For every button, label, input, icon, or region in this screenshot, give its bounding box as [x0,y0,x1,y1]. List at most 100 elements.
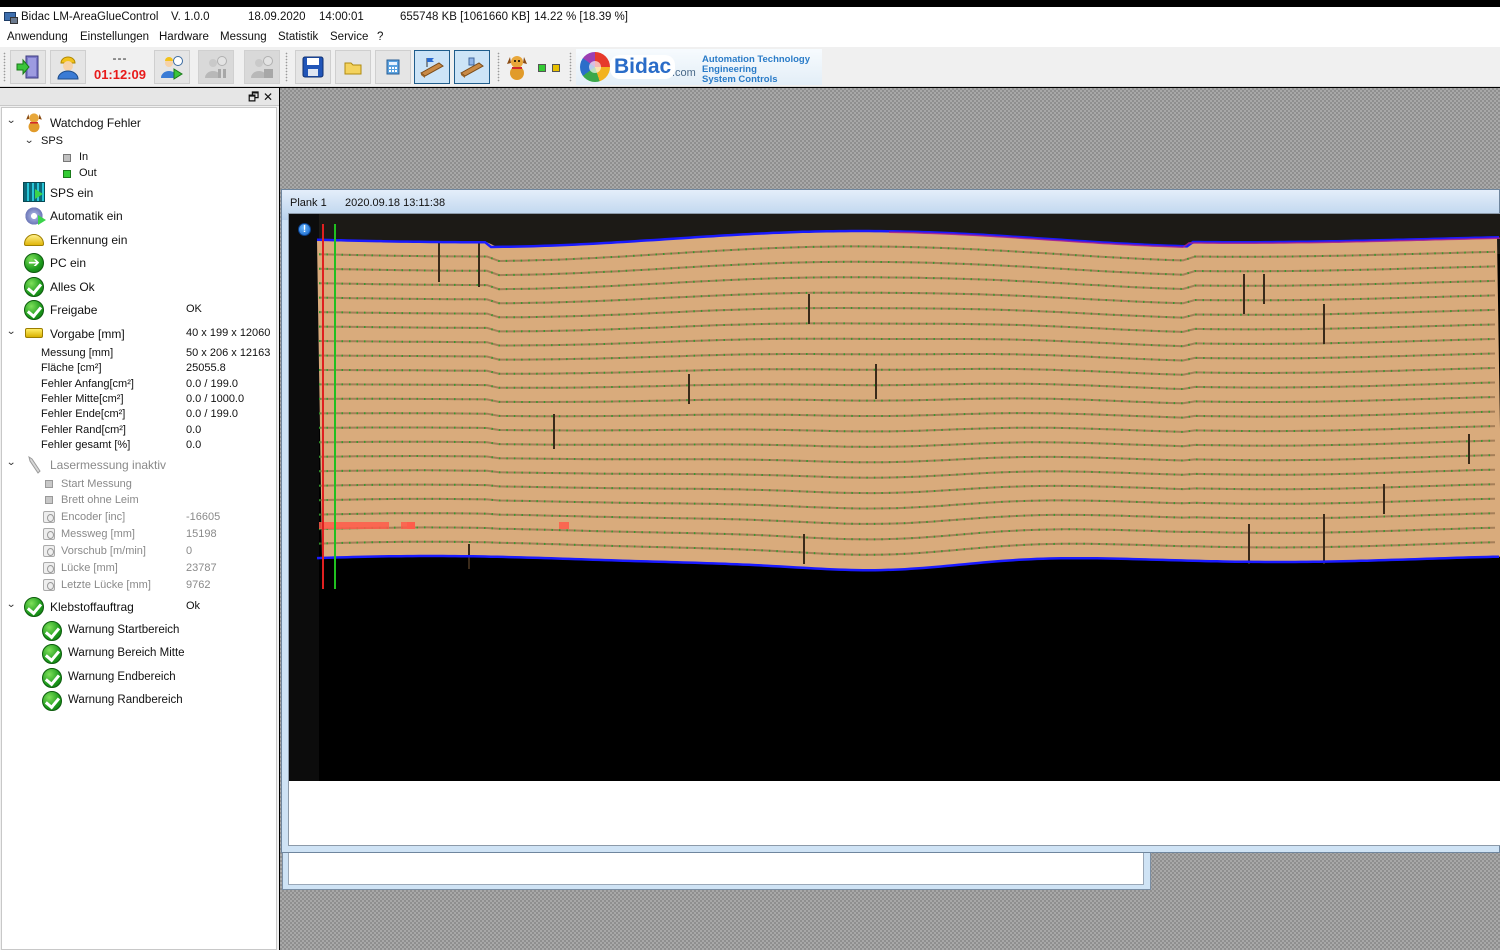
flag-indicator-icon [45,480,53,488]
warning-label: Warnung Randbereich [68,694,183,706]
row-label: Fehler Mitte[cm²] [41,393,124,405]
sensor-icon [43,579,55,591]
expand-chevron-icon[interactable]: ⌄ [24,135,34,146]
status-led-green [538,64,546,72]
menu-anwendung[interactable]: Anwendung [7,31,68,43]
measurement-row: Fehler gesamt [%] 0.0 [2,437,272,455]
calculator-icon [386,59,400,75]
toolbar-grip[interactable] [569,52,572,82]
warning-startbereich[interactable]: Warnung Startbereich [2,620,272,642]
sps-out-label: Out [79,167,97,179]
row-label: Fehler gesamt [%] [41,439,131,451]
laser-row: Letzte Lücke [mm] 9762 [2,577,272,595]
scan-overlay [289,214,1500,781]
plank-window-client: ! [288,213,1500,846]
menu-messung[interactable]: Messung [220,31,267,43]
save-disk-icon [302,56,324,78]
expand-chevron-icon[interactable]: ⌄ [6,326,16,337]
check-icon [24,300,44,320]
status-tree: ⌄ Watchdog Fehler ⌄ SPS In Out SPS ein A… [1,107,277,950]
warning-bereich-mitte[interactable]: Warnung Bereich Mitte [2,643,272,665]
status-pc-ein[interactable]: ➔ PC ein [2,252,272,274]
check-icon [42,644,62,664]
tree-node-lasermessung[interactable]: ⌄ Lasermessung inaktiv [2,455,272,475]
status-sps-ein[interactable]: SPS ein [2,182,272,204]
laser-label: Lasermessung inaktiv [50,458,167,472]
title-bar: Bidac LM-AreaGlueControl V. 1.0.0 18.09.… [0,7,1500,28]
laser-row: Encoder [inc] -16605 [2,509,272,527]
vorgabe-label: Vorgabe [mm] [50,327,125,341]
save-button[interactable] [295,50,331,84]
shift-start-button[interactable] [154,50,190,84]
expand-chevron-icon[interactable]: ⌄ [6,599,16,610]
expand-chevron-icon[interactable]: ⌄ [6,115,16,126]
status-led-yellow [552,64,560,72]
status-alles-ok[interactable]: Alles Ok [2,276,272,298]
row-label: Fehler Rand[cm²] [41,424,126,436]
glue-defect-mark [559,522,569,529]
user-shift-start-icon [161,56,183,80]
status-label: Erkennung ein [50,233,128,247]
warning-randbereich[interactable]: Warnung Randbereich [2,690,272,712]
board-tool-button[interactable] [454,50,490,84]
detection-icon [24,234,44,246]
toolbar-grip[interactable] [497,52,500,82]
menu-help[interactable]: ? [377,31,383,43]
row-value: 0.0 [186,424,202,436]
expand-chevron-icon[interactable]: ⌄ [6,457,16,468]
calculator-button[interactable] [375,50,411,84]
status-panel: 🗗 ✕ ⌄ Watchdog Fehler ⌄ SPS In Out SPS e… [0,88,279,950]
current-time: 14:00:01 [319,11,364,23]
status-automatik-ein[interactable]: Automatik ein [2,205,272,227]
app-computer-icon [4,11,18,24]
timer-label: --- [112,51,128,65]
status-erkennung-ein[interactable]: Erkennung ein [2,229,272,251]
exit-button[interactable] [10,50,46,84]
plank-scan-image[interactable]: ! [289,214,1500,781]
row-label: Fehler Anfang[cm²] [41,378,134,390]
row-label: Encoder [inc] [61,511,126,523]
memory-usage: 655748 KB [1061660 KB] [400,11,530,23]
plank-window[interactable]: Plank 1 2020.09.18 13:11:38 ! [281,189,1500,853]
row-value: 0 [186,545,193,557]
shift-pause-button[interactable] [198,50,234,84]
toolbar-grip[interactable] [3,52,6,82]
row-label: Fehler Ende[cm²] [41,408,126,420]
tree-node-watchdog[interactable]: ⌄ Watchdog Fehler [2,112,272,134]
row-value: -16605 [186,511,221,523]
shift-stop-button[interactable] [244,50,280,84]
tree-node-vorgabe[interactable]: ⌄ Vorgabe [mm] 40 x 199 x 12060 [2,323,272,345]
user-login-button[interactable] [50,50,86,84]
toolbar-grip[interactable] [285,52,288,82]
board-marker-button[interactable] [414,50,450,84]
status-freigabe[interactable]: Freigabe OK [2,299,272,321]
glue-defect-mark [319,522,389,529]
row-value: 15198 [186,528,217,540]
tree-node-sps-out[interactable]: Out [2,165,272,183]
tree-node-klebstoffauftrag[interactable]: ⌄ Klebstoffauftrag Ok [2,596,272,618]
exit-door-icon [16,55,39,79]
panel-close-button[interactable]: ✕ [263,89,273,105]
row-label: Messweg [mm] [61,528,135,540]
laser-row: Lücke [mm] 23787 [2,560,272,578]
info-icon[interactable]: ! [298,223,311,236]
row-label: Letzte Lücke [mm] [61,579,151,591]
screen-top-edge [0,0,1500,7]
warning-label: Warnung Bereich Mitte [68,647,185,659]
menu-service[interactable]: Service [330,31,368,43]
row-value: 0.0 / 199.0 [186,408,238,420]
open-button[interactable] [335,50,371,84]
sensor-icon [43,562,55,574]
toolbar: --- 01:12:09 Bidac .com Automation Techn… [0,47,1500,87]
scan-left-margin [289,214,319,781]
panel-restore-button[interactable]: 🗗 [248,89,259,105]
row-value: 25055.8 [186,362,226,374]
laser-flag-brett[interactable]: Brett ohne Leim [2,492,272,510]
menu-statistik[interactable]: Statistik [278,31,318,43]
warning-endbereich[interactable]: Warnung Endbereich [2,667,272,689]
menu-hardware[interactable]: Hardware [159,31,209,43]
menu-einstellungen[interactable]: Einstellungen [80,31,149,43]
status-value: OK [186,303,202,315]
bidac-brand-banner: Bidac .com Automation Technology Enginee… [576,49,822,85]
timer-value: 01:12:09 [93,67,147,82]
